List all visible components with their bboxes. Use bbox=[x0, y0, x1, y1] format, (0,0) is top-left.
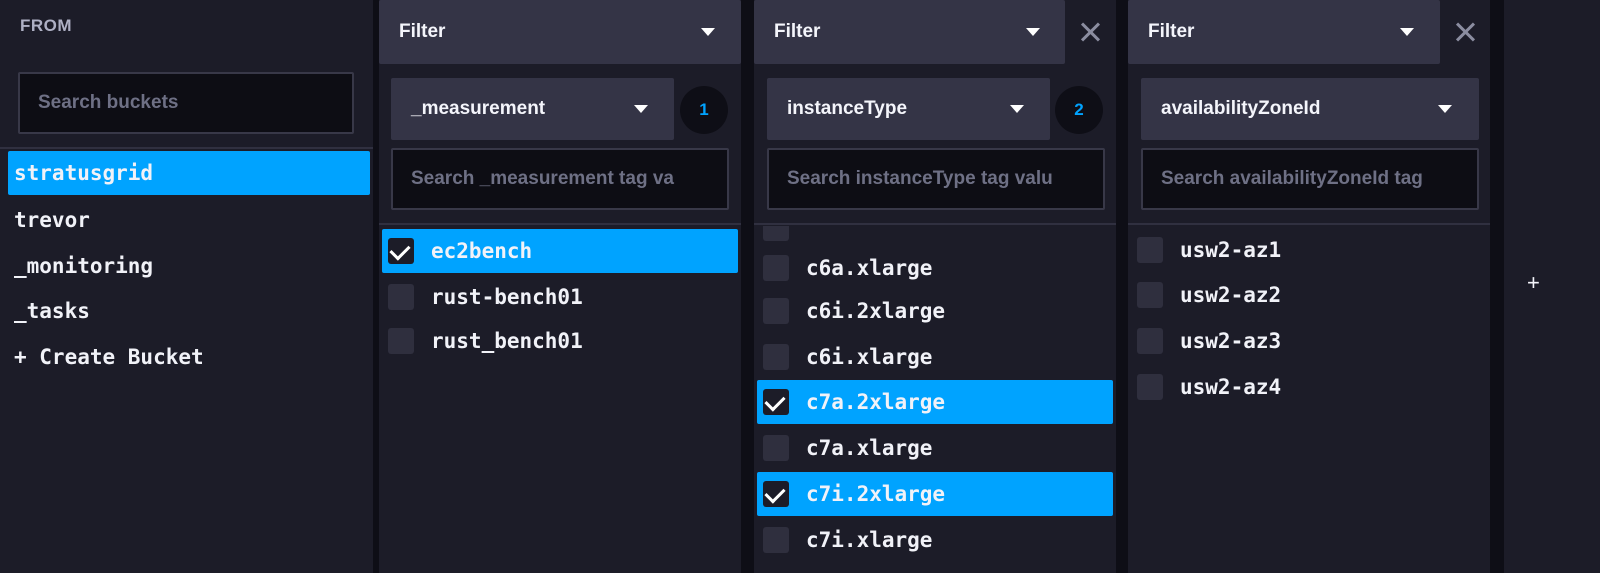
tag-value-label: c7a.xlarge bbox=[806, 436, 933, 460]
add-filter-column[interactable] bbox=[1504, 0, 1600, 573]
tag-value-label: c7a.2xlarge bbox=[806, 390, 946, 414]
tag-value-list: ec2bench rust-bench01 rust_bench01 bbox=[379, 226, 741, 573]
checkbox[interactable] bbox=[1137, 282, 1163, 308]
selected-count-badge: 1 bbox=[680, 86, 728, 134]
divider bbox=[0, 147, 373, 149]
chevron-down-icon bbox=[701, 28, 715, 36]
checkbox[interactable] bbox=[763, 226, 789, 241]
filter-panel-1: Filter _measurement 1 ec2bench rust-benc… bbox=[379, 0, 741, 573]
filter-header[interactable]: Filter bbox=[754, 0, 1065, 64]
filter-header-label: Filter bbox=[774, 21, 821, 42]
tag-value-list: usw2-az1 usw2-az2 usw2-az3 usw2-az4 bbox=[1128, 226, 1490, 573]
bucket-label: stratusgrid bbox=[14, 161, 154, 185]
tag-value-label: usw2-az4 bbox=[1180, 375, 1282, 399]
checkbox[interactable] bbox=[388, 238, 414, 264]
tag-value-row[interactable]: usw2-az3 bbox=[1131, 319, 1487, 363]
close-icon[interactable] bbox=[1453, 20, 1477, 44]
create-bucket-button[interactable]: + Create Bucket bbox=[8, 335, 370, 379]
tag-value-label: c6i.2xlarge bbox=[806, 299, 946, 323]
bucket-item-monitoring[interactable]: _monitoring bbox=[8, 244, 370, 288]
tag-value-row[interactable]: c7i.xlarge bbox=[757, 518, 1113, 562]
tag-key-select[interactable]: instanceType bbox=[767, 78, 1050, 140]
tag-value-label: rust_bench01 bbox=[431, 329, 583, 353]
checkbox[interactable] bbox=[763, 527, 789, 553]
filter-panel-2: Filter instanceType 2 c6a.xlarge c6i.2xl… bbox=[754, 0, 1116, 573]
from-header: FROM bbox=[20, 16, 73, 35]
tag-value-label: rust-bench01 bbox=[431, 285, 583, 309]
tag-key-select[interactable]: _measurement bbox=[391, 78, 674, 140]
bucket-label: trevor bbox=[14, 208, 90, 232]
tag-value-label: usw2-az1 bbox=[1180, 238, 1282, 262]
tag-value-label: c6a.xlarge bbox=[806, 256, 933, 280]
tag-key-label: instanceType bbox=[787, 98, 908, 119]
bucket-search-input[interactable] bbox=[18, 72, 354, 134]
tag-value-label: usw2-az3 bbox=[1180, 329, 1282, 353]
tag-value-row[interactable]: rust-bench01 bbox=[382, 275, 738, 319]
chevron-down-icon bbox=[1438, 105, 1452, 113]
tag-key-label: availabilityZoneId bbox=[1161, 98, 1321, 119]
tag-key-select[interactable]: availabilityZoneId bbox=[1141, 78, 1479, 140]
checkbox[interactable] bbox=[763, 389, 789, 415]
checkbox[interactable] bbox=[763, 255, 789, 281]
filter-header-label: Filter bbox=[1148, 21, 1195, 42]
checkbox[interactable] bbox=[763, 481, 789, 507]
add-filter-button[interactable]: + bbox=[1527, 270, 1540, 296]
bucket-item-stratusgrid[interactable]: stratusgrid bbox=[8, 151, 370, 195]
chevron-down-icon bbox=[1400, 28, 1414, 36]
tag-value-row[interactable]: rust_bench01 bbox=[382, 319, 738, 363]
tag-value-label: ec2bench bbox=[431, 239, 533, 263]
filter-header-label: Filter bbox=[399, 21, 446, 42]
tag-value-row[interactable]: c6a.xlarge bbox=[757, 246, 1113, 290]
tag-value-row[interactable]: usw2-az1 bbox=[1131, 228, 1487, 272]
selected-count-badge: 2 bbox=[1055, 86, 1103, 134]
checkbox[interactable] bbox=[1137, 374, 1163, 400]
bucket-item-trevor[interactable]: trevor bbox=[8, 198, 370, 242]
chevron-down-icon bbox=[634, 105, 648, 113]
tag-value-row[interactable]: usw2-az2 bbox=[1131, 273, 1487, 317]
checkbox[interactable] bbox=[763, 298, 789, 324]
filter-panel-3: Filter availabilityZoneId usw2-az1 usw2-… bbox=[1128, 0, 1490, 573]
tag-value-row[interactable]: c7i.2xlarge bbox=[757, 472, 1113, 516]
tag-value-row[interactable]: c6i.2xlarge bbox=[757, 289, 1113, 333]
tag-value-search-input[interactable] bbox=[1141, 148, 1479, 210]
filter-header[interactable]: Filter bbox=[1128, 0, 1440, 64]
tag-value-row[interactable]: c7a.xlarge bbox=[757, 426, 1113, 470]
tag-key-label: _measurement bbox=[411, 98, 546, 119]
bucket-label: _monitoring bbox=[14, 254, 154, 278]
checkbox[interactable] bbox=[388, 284, 414, 310]
tag-value-row[interactable]: c7a.2xlarge bbox=[757, 380, 1113, 424]
checkbox[interactable] bbox=[388, 328, 414, 354]
from-panel: FROM stratusgrid trevor _monitoring _tas… bbox=[0, 0, 373, 573]
tag-value-label: c6i.xlarge bbox=[806, 345, 933, 369]
divider bbox=[379, 223, 741, 225]
checkbox[interactable] bbox=[763, 344, 789, 370]
checkbox[interactable] bbox=[763, 435, 789, 461]
checkbox[interactable] bbox=[1137, 237, 1163, 263]
tag-value-label: c7i.2xlarge bbox=[806, 482, 946, 506]
bucket-item-tasks[interactable]: _tasks bbox=[8, 289, 370, 333]
divider bbox=[754, 223, 1116, 225]
tag-value-row[interactable]: ec2bench bbox=[382, 229, 738, 273]
tag-value-search-input[interactable] bbox=[391, 148, 729, 210]
tag-value-row[interactable]: usw2-az4 bbox=[1131, 365, 1487, 409]
chevron-down-icon bbox=[1010, 105, 1024, 113]
divider bbox=[1128, 223, 1490, 225]
tag-value-label: c7i.xlarge bbox=[806, 528, 933, 552]
tag-value-row[interactable]: c6i.xlarge bbox=[757, 335, 1113, 379]
chevron-down-icon bbox=[1026, 28, 1040, 36]
tag-value-list: c6a.xlarge c6i.2xlarge c6i.xlarge c7a.2x… bbox=[754, 226, 1116, 573]
checkbox[interactable] bbox=[1137, 328, 1163, 354]
close-icon[interactable] bbox=[1078, 20, 1102, 44]
tag-value-search-input[interactable] bbox=[767, 148, 1105, 210]
filter-header[interactable]: Filter bbox=[379, 0, 741, 64]
bucket-label: _tasks bbox=[14, 299, 90, 323]
bucket-label: + Create Bucket bbox=[14, 345, 204, 369]
tag-value-label: usw2-az2 bbox=[1180, 283, 1282, 307]
